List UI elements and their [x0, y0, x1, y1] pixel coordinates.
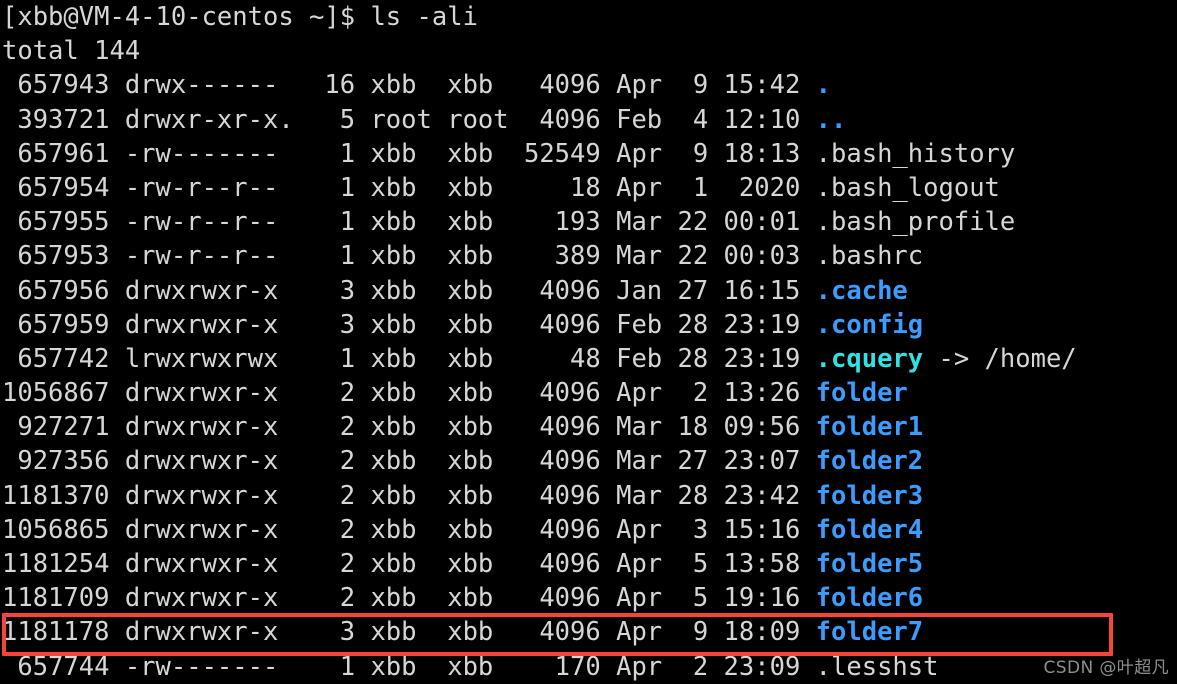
file-row-metadata: 1056867 drwxrwxr-x 2 xbb xbb 4096 Apr 2 … — [2, 378, 816, 409]
file-name[interactable]: .bashrc — [816, 241, 923, 271]
file-row: 657943 drwx------ 16 xbb xbb 4096 Apr 9 … — [0, 68, 1177, 102]
file-row-metadata: 657959 drwxrwxr-x 3 xbb xbb 4096 Feb 28 … — [2, 309, 816, 340]
file-row-metadata: 657744 -rw------- 1 xbb xbb 170 Apr 2 23… — [2, 651, 816, 682]
terminal-window[interactable]: [xbb@VM-4-10-centos ~]$ ls -ali total 14… — [0, 0, 1177, 684]
file-row: 1056867 drwxrwxr-x 2 xbb xbb 4096 Apr 2 … — [0, 376, 1177, 410]
file-name[interactable]: .cquery — [816, 344, 923, 374]
file-row-metadata: 657955 -rw-r--r-- 1 xbb xbb 193 Mar 22 0… — [2, 207, 816, 238]
file-row-metadata: 1181254 drwxrwxr-x 2 xbb xbb 4096 Apr 5 … — [2, 549, 816, 579]
file-name[interactable]: folder4 — [816, 515, 923, 545]
file-row: 657959 drwxrwxr-x 3 xbb xbb 4096 Feb 28 … — [0, 308, 1177, 342]
file-row-metadata: 1181370 drwxrwxr-x 2 xbb xbb 4096 Mar 28… — [2, 480, 816, 511]
file-row-metadata: 393721 drwxr-xr-x. 5 root root 4096 Feb … — [2, 104, 816, 135]
file-name[interactable]: folder5 — [816, 549, 923, 579]
file-row-metadata: 927271 drwxrwxr-x 2 xbb xbb 4096 Mar 18 … — [2, 412, 816, 443]
file-name[interactable]: .. — [816, 105, 847, 135]
file-row-metadata: 1056865 drwxrwxr-x 2 xbb xbb 4096 Apr 3 … — [2, 514, 816, 545]
file-row: 927271 drwxrwxr-x 2 xbb xbb 4096 Mar 18 … — [0, 410, 1177, 444]
file-name[interactable]: . — [816, 70, 831, 100]
file-name[interactable]: .lesshst — [816, 652, 939, 682]
file-name[interactable]: folder3 — [816, 481, 923, 511]
file-row-metadata: 1181709 drwxrwxr-x 2 xbb xbb 4096 Apr 5 … — [2, 583, 816, 614]
file-name[interactable]: .bash_logout — [816, 173, 1000, 203]
file-name[interactable]: folder7 — [816, 617, 923, 647]
file-row: 393721 drwxr-xr-x. 5 root root 4096 Feb … — [0, 103, 1177, 137]
file-row: 657953 -rw-r--r-- 1 xbb xbb 389 Mar 22 0… — [0, 239, 1177, 273]
file-row: 657742 lrwxrwxrwx 1 xbb xbb 48 Feb 28 23… — [0, 342, 1177, 376]
file-row-metadata: 657954 -rw-r--r-- 1 xbb xbb 18 Apr 1 202… — [2, 172, 816, 203]
file-row-metadata: 657953 -rw-r--r-- 1 xbb xbb 389 Mar 22 0… — [2, 241, 816, 272]
file-row-metadata: 657742 lrwxrwxrwx 1 xbb xbb 48 Feb 28 23… — [2, 343, 816, 374]
file-row-metadata: 927356 drwxrwxr-x 2 xbb xbb 4096 Mar 27 … — [2, 446, 816, 477]
file-row: 1181370 drwxrwxr-x 2 xbb xbb 4096 Mar 28… — [0, 479, 1177, 513]
file-name[interactable]: folder2 — [816, 446, 923, 476]
file-row-metadata: 657943 drwx------ 16 xbb xbb 4096 Apr 9 … — [2, 70, 816, 101]
csdn-watermark: CSDN @叶超凡 — [1043, 658, 1169, 678]
file-row: 657961 -rw------- 1 xbb xbb 52549 Apr 9 … — [0, 137, 1177, 171]
file-row: 657744 -rw------- 1 xbb xbb 170 Apr 2 23… — [0, 650, 1177, 684]
file-row: 657954 -rw-r--r-- 1 xbb xbb 18 Apr 1 202… — [0, 171, 1177, 205]
shell-prompt-line: [xbb@VM-4-10-centos ~]$ ls -ali — [2, 2, 478, 32]
file-row: 927356 drwxrwxr-x 2 xbb xbb 4096 Mar 27 … — [0, 444, 1177, 478]
file-name[interactable]: folder — [816, 378, 908, 408]
symlink-target: -> /home/ — [923, 343, 1077, 374]
file-name[interactable]: folder1 — [816, 412, 923, 442]
file-row-metadata: 657956 drwxrwxr-x 3 xbb xbb 4096 Jan 27 … — [2, 275, 816, 306]
file-row: 1056865 drwxrwxr-x 2 xbb xbb 4096 Apr 3 … — [0, 513, 1177, 547]
file-row: 657955 -rw-r--r-- 1 xbb xbb 193 Mar 22 0… — [0, 205, 1177, 239]
total-line: total 144 — [2, 36, 141, 67]
file-name[interactable]: .cache — [816, 276, 908, 306]
file-name[interactable]: .bash_profile — [816, 207, 1016, 237]
file-name[interactable]: folder6 — [816, 583, 923, 613]
file-row-metadata: 1181178 drwxrwxr-x 3 xbb xbb 4096 Apr 9 … — [2, 617, 816, 648]
file-row: 657956 drwxrwxr-x 3 xbb xbb 4096 Jan 27 … — [0, 274, 1177, 308]
file-row: 1181254 drwxrwxr-x 2 xbb xbb 4096 Apr 5 … — [0, 547, 1177, 581]
file-row: 1181178 drwxrwxr-x 3 xbb xbb 4096 Apr 9 … — [0, 615, 1177, 649]
file-row-metadata: 657961 -rw------- 1 xbb xbb 52549 Apr 9 … — [2, 138, 816, 169]
file-listing: 657943 drwx------ 16 xbb xbb 4096 Apr 9 … — [0, 68, 1177, 683]
file-name[interactable]: .bash_history — [816, 139, 1016, 169]
file-row: 1181709 drwxrwxr-x 2 xbb xbb 4096 Apr 5 … — [0, 581, 1177, 615]
file-name[interactable]: .config — [816, 310, 923, 340]
